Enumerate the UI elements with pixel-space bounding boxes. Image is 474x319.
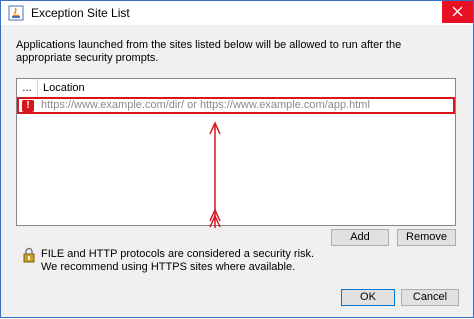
description-text: Applications launched from the sites lis… <box>16 39 402 64</box>
warning-line-2: We recommend using HTTPS sites where ava… <box>41 261 296 273</box>
java-icon <box>8 5 24 21</box>
error-icon: ! <box>22 100 34 112</box>
title-bar[interactable]: Exception Site List <box>1 1 473 25</box>
dialog-body: Applications launched from the sites lis… <box>1 25 473 317</box>
dialog-window: Exception Site List Applications launche… <box>0 0 474 318</box>
close-button[interactable] <box>442 1 473 23</box>
warning-line-1: FILE and HTTP protocols are considered a… <box>41 248 315 260</box>
window-title: Exception Site List <box>31 6 130 20</box>
location-input[interactable]: https://www.example.com/dir/ or https://… <box>41 99 370 112</box>
column-header-status[interactable]: ... <box>17 79 38 97</box>
column-header-location[interactable]: Location <box>43 79 85 97</box>
remove-button[interactable]: Remove <box>397 229 456 246</box>
error-glyph: ! <box>26 100 30 111</box>
table-header: ... Location <box>17 79 455 98</box>
ok-button[interactable]: OK <box>341 289 395 306</box>
cancel-button[interactable]: Cancel <box>401 289 459 306</box>
add-button[interactable]: Add <box>331 229 389 246</box>
close-icon <box>452 6 463 17</box>
exception-site-table[interactable]: ... Location ! https://www.example.com/d… <box>16 78 456 226</box>
table-row[interactable]: ! https://www.example.com/dir/ or https:… <box>17 97 455 114</box>
lock-warning-icon <box>23 247 35 263</box>
